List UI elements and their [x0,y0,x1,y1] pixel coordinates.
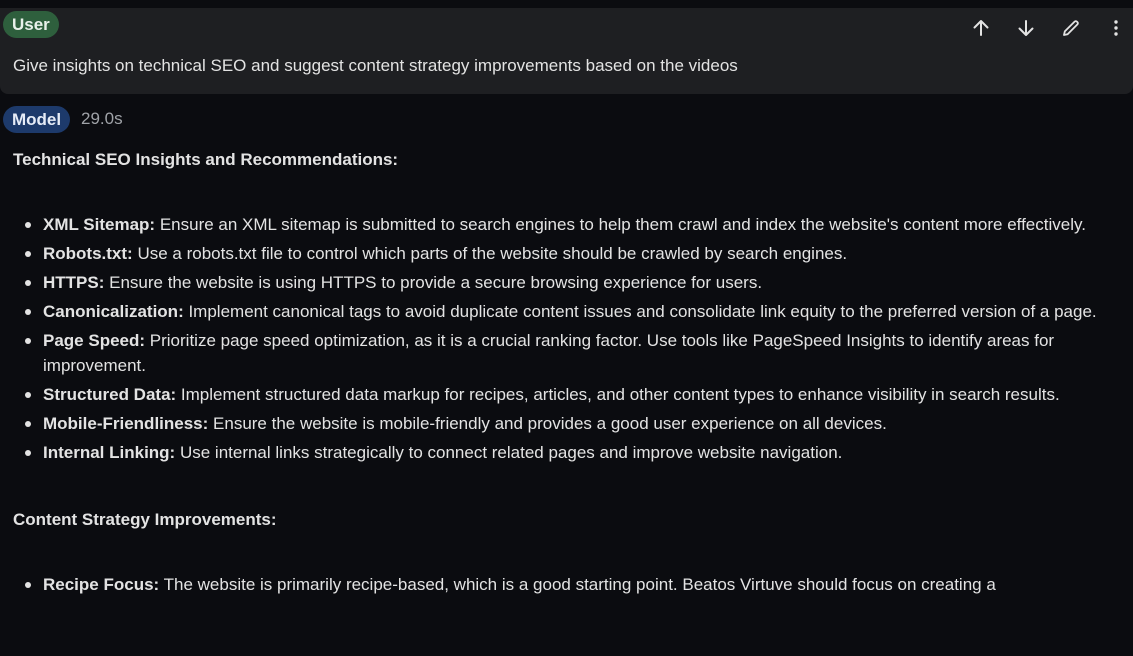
list-item: Structured Data: Implement structured da… [25,382,1128,407]
list-item: Page Speed: Prioritize page speed optimi… [25,328,1128,378]
list-item: HTTPS: Ensure the website is using HTTPS… [25,270,1128,295]
model-role-badge: Model [3,106,71,133]
user-message: User Give insights on technical SEO and [0,8,1133,94]
model-response: Technical SEO Insights and Recommendatio… [13,147,1128,601]
more-vertical-icon [1114,20,1118,36]
user-prompt-text: Give insights on technical SEO and sugge… [13,56,738,75]
edit-pencil-icon [1063,20,1079,36]
technical-seo-list: XML Sitemap: Ensure an XML sitemap is su… [13,212,1128,465]
section-heading-technical-seo: Technical SEO Insights and Recommendatio… [13,150,399,169]
list-item: Internal Linking: Use internal links str… [25,440,1128,465]
content-strategy-list: Recipe Focus: The website is primarily r… [13,572,1128,597]
response-time: 29.0s [81,109,123,128]
edit-button[interactable] [1055,12,1087,44]
move-down-button[interactable] [1010,12,1042,44]
list-item: Canonicalization: Implement canonical ta… [25,299,1128,324]
arrow-up-icon [973,20,989,36]
top-strip [0,0,1133,8]
user-role-badge: User [3,11,59,38]
list-item: Mobile-Friendliness: Ensure the website … [25,411,1128,436]
section-heading-content-strategy: Content Strategy Improvements: [13,510,277,529]
more-options-button[interactable] [1100,12,1132,44]
list-item: Recipe Focus: The website is primarily r… [25,572,1128,597]
move-up-button[interactable] [965,12,997,44]
list-item: XML Sitemap: Ensure an XML sitemap is su… [25,212,1128,237]
list-item: Robots.txt: Use a robots.txt file to con… [25,241,1128,266]
arrow-down-icon [1018,20,1034,36]
